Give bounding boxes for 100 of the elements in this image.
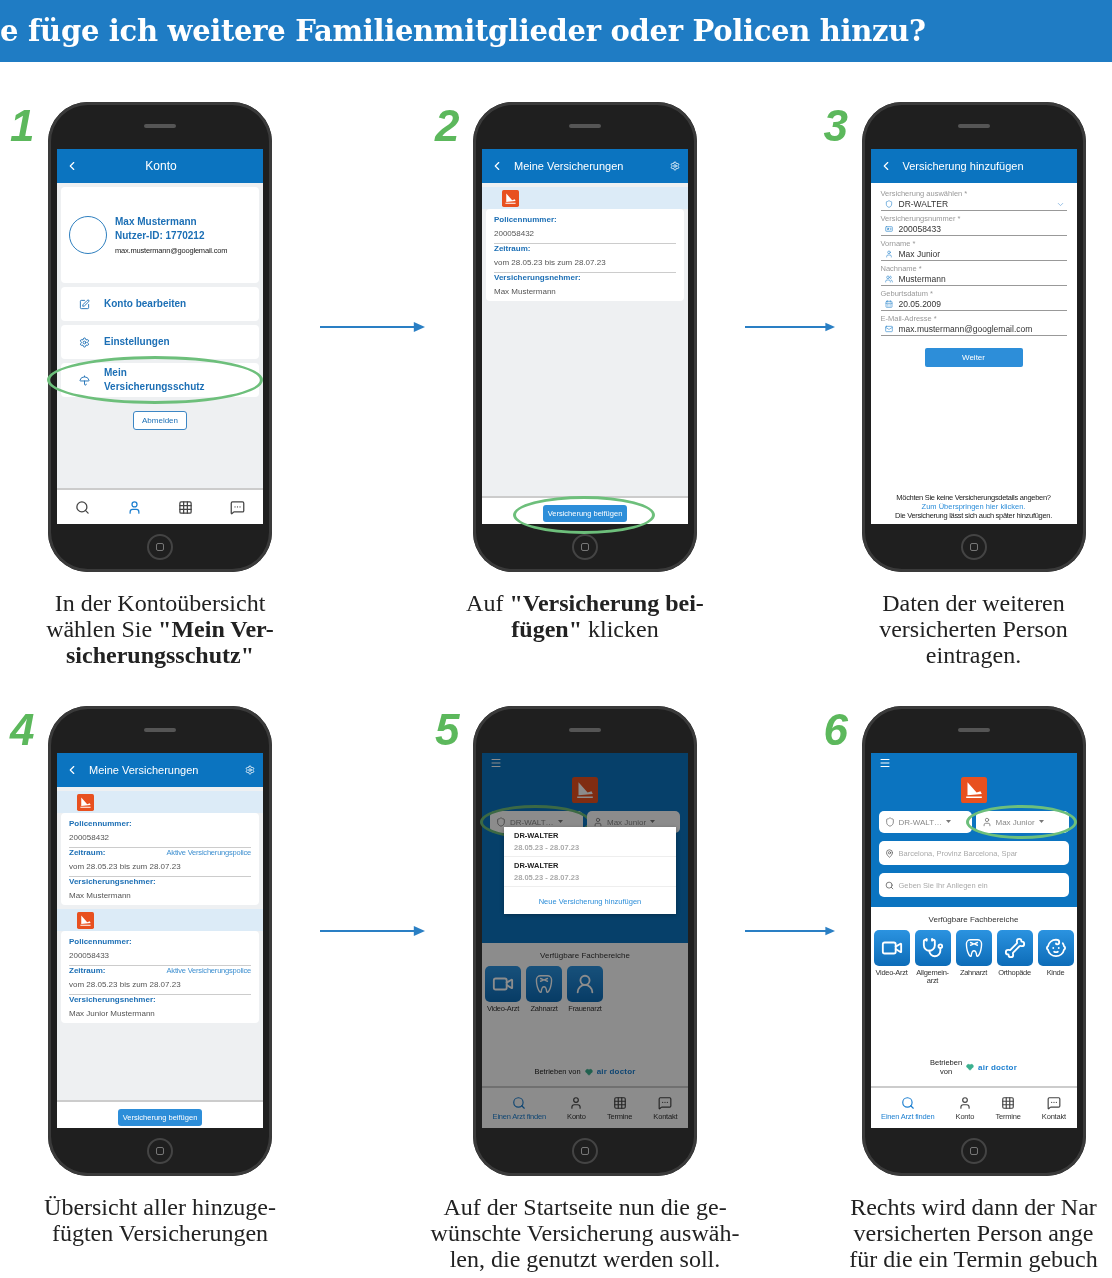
caret-icon (946, 820, 952, 824)
field-label: Versicherungsnehmer: (69, 995, 156, 1004)
speaker-slot (569, 728, 601, 732)
field-label: Zeitraum: (69, 966, 106, 975)
calendar-icon (884, 300, 893, 308)
user-id: Nutzer-ID: 1770212 (115, 229, 206, 243)
field-label: Versicherungsnehmer: (494, 273, 581, 282)
screen-title: Konto (144, 159, 178, 173)
step-number: 3 (823, 102, 848, 150)
input-field[interactable]: Max Junior (880, 248, 1067, 261)
step-number: 6 (823, 706, 848, 754)
field-label: Zeitraum: (69, 848, 106, 857)
search-icon (512, 1095, 527, 1110)
tab-bar-item[interactable] (75, 499, 91, 515)
logo-icon (572, 777, 598, 803)
settings-icon[interactable] (670, 161, 680, 171)
stethoscope-icon (921, 937, 944, 959)
caret-icon (650, 820, 656, 824)
section-title: Verfügbare Fachbereiche (540, 951, 630, 960)
field-value: Max Mustermann (494, 286, 557, 298)
settings-icon[interactable] (245, 765, 255, 775)
user-icon (884, 250, 893, 258)
tab-bar-item[interactable] (229, 499, 245, 515)
grid-icon (1001, 1095, 1016, 1110)
input-field[interactable]: 20.05.2009 (880, 298, 1067, 311)
shield-icon (496, 817, 506, 827)
speaker-slot (144, 728, 176, 732)
speaker-slot (569, 124, 601, 128)
caret-icon (557, 820, 563, 824)
shield-icon (884, 200, 893, 208)
user-icon (126, 499, 142, 515)
step-caption: In der Kontoübersicht wählen Sie "Mein Ver- sicherungsschutz" (46, 590, 274, 668)
logout-button[interactable]: Abmelden (133, 411, 187, 430)
speaker-slot (957, 728, 990, 732)
caret-icon (1038, 820, 1044, 824)
tab-bar-item[interactable] (126, 499, 142, 515)
menu-item[interactable]: Konto bearbeiten (61, 287, 259, 321)
logo-icon (960, 777, 987, 803)
step-number: 1 (10, 102, 35, 150)
step-number: 4 (10, 706, 35, 754)
selector-dropdown[interactable]: DR-WALT… (878, 811, 972, 833)
step-caption: Übersicht aller hinzuge- fügten Versicherungen (44, 1194, 276, 1246)
screen-title: Versicherung hinzufügen (902, 160, 1025, 172)
step-caption: Auf der Startseite nun die ge- wünschte Versicherung auswäh- len, die genutzt werden soll. (430, 1194, 740, 1272)
menu-icon[interactable] (878, 757, 891, 769)
field-label: Versicherungsnehmer: (69, 877, 156, 886)
step-caption: Auf "Versicherung bei- fügen" klicken (466, 590, 704, 642)
field-value: vom 28.05.23 bis zum 28.07.23 (69, 975, 251, 995)
chat-icon (658, 1095, 673, 1110)
field-label: Zeitraum: (494, 244, 531, 253)
field-value: 200058433 (69, 946, 251, 966)
grid-icon (612, 1095, 627, 1110)
menu-item[interactable]: Einstellungen (61, 325, 259, 359)
brand-logo: air doctor (596, 1067, 636, 1076)
step-caption: Daten der weiteren versicherten Person eintragen. (879, 590, 1068, 668)
speaker-slot (957, 124, 990, 128)
selector-dropdown[interactable]: Max Junior (975, 811, 1069, 833)
chat-icon (1046, 1095, 1061, 1110)
search-icon (75, 499, 91, 515)
grid-icon (178, 499, 194, 515)
field-value: vom 28.05.23 bis zum 28.07.23 (69, 857, 251, 877)
field-value: Max Junior Mustermann (69, 1008, 156, 1020)
screen-title: Meine Versicherungen (89, 764, 200, 776)
input-field[interactable]: Mustermann (880, 273, 1067, 286)
tab-bar-item[interactable] (178, 499, 194, 515)
logo-icon (77, 793, 94, 811)
umbrella-icon (79, 374, 90, 386)
menu-item[interactable]: Mein Versicherungsschutz (61, 363, 259, 397)
select-field[interactable]: DR-WALTER (880, 198, 1067, 211)
child-icon (1044, 937, 1067, 959)
brand-logo: air doctor (978, 1062, 1017, 1072)
shield-icon (884, 817, 895, 827)
id-card-icon (884, 225, 893, 233)
settings-icon (79, 336, 90, 348)
user-icon (957, 1095, 972, 1110)
pin-icon (884, 848, 894, 858)
field-value: 200058432 (494, 224, 676, 244)
step-caption: Rechts wird dann der Nar versicherten Person ange für die ein Termin gebuch (849, 1194, 1098, 1272)
field-value: 200058432 (69, 828, 251, 848)
input-field[interactable]: max.mustermann@googlemail.com (880, 323, 1067, 336)
field-label: Policennummer: (69, 819, 132, 828)
tooth-icon (533, 973, 555, 995)
step-number: 5 (435, 706, 460, 754)
search-icon (900, 1095, 915, 1110)
page-title: e füge ich weitere Familienmitglieder oder Policen hinzu? (0, 14, 926, 48)
logo-icon (502, 189, 519, 207)
heart-icon (584, 1067, 593, 1076)
mail-icon (884, 325, 893, 333)
menu-icon[interactable] (490, 757, 502, 769)
input-field[interactable]: 200058433 (880, 223, 1067, 236)
field-label: Policennummer: (494, 215, 557, 224)
search-icon (884, 880, 894, 890)
next-button[interactable]: Weiter (924, 348, 1023, 367)
profile-name: Max Mustermann (115, 215, 198, 229)
step-number: 2 (435, 102, 460, 150)
chat-icon (229, 499, 245, 515)
users-icon (884, 275, 893, 283)
user-icon (981, 817, 992, 827)
user-icon (593, 817, 603, 827)
edit-icon (79, 298, 90, 310)
